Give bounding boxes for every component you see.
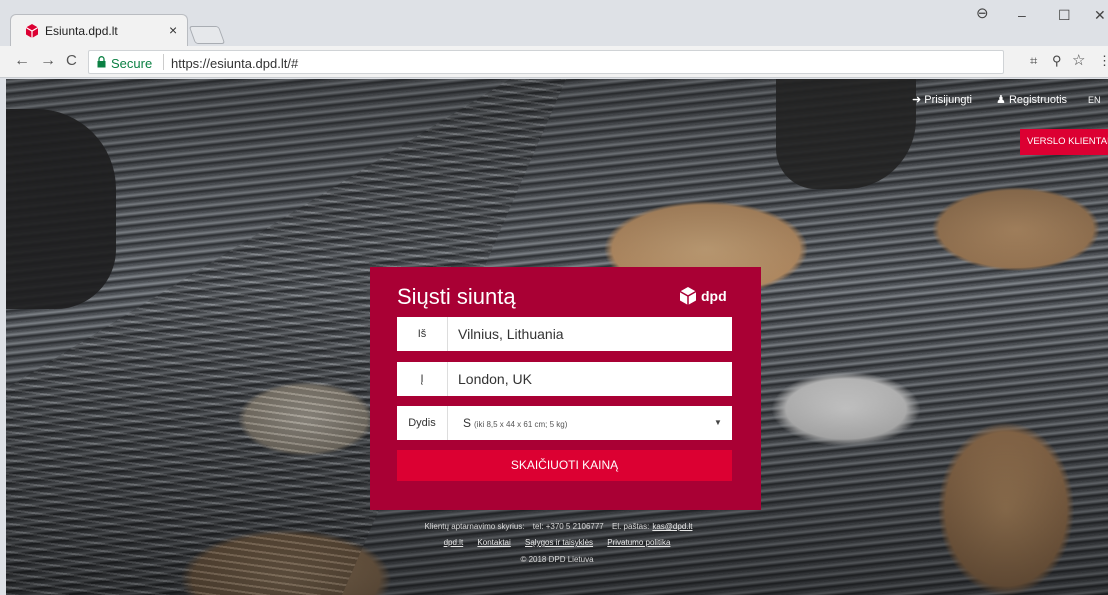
forward-arrow-icon[interactable]: → — [40, 52, 56, 70]
language-switch[interactable]: EN — [1088, 95, 1101, 105]
support-info: Klientų aptarnavimo skyrius: tel: +370 5… — [6, 522, 1108, 531]
reload-icon[interactable]: C — [66, 52, 77, 69]
tab-title: Esiunta.dpd.lt — [45, 24, 118, 38]
translate-icon[interactable]: ⌗ — [1030, 53, 1037, 69]
support-email-link[interactable]: kas@dpd.lt — [652, 522, 692, 531]
bookmark-star-icon[interactable]: ☆ — [1072, 51, 1085, 69]
register-label: Registruotis — [1008, 94, 1068, 106]
worker-silhouette-right — [776, 79, 916, 189]
address-bar[interactable]: Secure https://esiunta.dpd.lt/# — [88, 50, 1004, 74]
omnibox-divider — [163, 54, 164, 70]
user-plus-icon: ♟ — [996, 94, 1006, 106]
dpd-favicon-icon — [25, 24, 39, 38]
size-detail: (iki 8,5 x 44 x 61 cm; 5 kg) — [474, 420, 568, 429]
tab-close-icon[interactable]: × — [169, 22, 177, 38]
footer-links: dpd.lt Kontaktai Sąlygos ir taisyklės Pr… — [6, 538, 1108, 547]
login-icon: ➜ — [912, 94, 922, 106]
browser-titlebar: Esiunta.dpd.lt × ⊖ – ☐ ✕ — [0, 0, 1108, 46]
support-label: Klientų aptarnavimo skyrius: — [424, 522, 525, 531]
browser-tab[interactable]: Esiunta.dpd.lt × — [10, 14, 188, 46]
lock-icon — [97, 56, 106, 68]
secure-label: Secure — [111, 56, 153, 71]
size-label: Dydis — [397, 406, 448, 440]
footer-link-dpd[interactable]: dpd.lt — [444, 538, 464, 547]
url-text[interactable]: https://esiunta.dpd.lt/# — [171, 56, 298, 71]
from-label: Iš — [397, 317, 448, 351]
business-clients-button[interactable]: VERSLO KLIENTAMS — [1020, 129, 1108, 155]
form-title: Siųsti siuntą — [397, 284, 516, 309]
footer-link-terms[interactable]: Sąlygos ir taisyklės — [525, 538, 593, 547]
from-input[interactable] — [458, 317, 718, 351]
calculate-price-button[interactable]: SKAIČIUOTI KAINĄ — [397, 450, 732, 481]
browser-menu-icon[interactable]: ⋮ — [1098, 53, 1108, 69]
shipping-form-card: Siųsti siuntą dpd Iš Į Dydis S(iki 8,5 x… — [370, 267, 761, 510]
size-select[interactable]: Dydis S (iki 8,5 x 44 x 61 cm; 5 kg) ▼ — [397, 406, 732, 440]
dpd-cube-icon — [679, 287, 697, 305]
from-field: Iš — [397, 317, 732, 351]
dpd-wordmark: dpd — [701, 288, 727, 304]
profile-icon[interactable]: ⊖ — [976, 4, 989, 22]
size-code: S — [463, 416, 472, 430]
close-window-button[interactable]: ✕ — [1094, 7, 1106, 24]
to-field: Į — [397, 362, 732, 396]
back-arrow-icon[interactable]: ← — [14, 52, 30, 70]
footer-link-contacts[interactable]: Kontaktai — [477, 538, 510, 547]
copyright: © 2018 DPD Lietuva — [520, 555, 594, 564]
email-label: El. paštas: — [611, 522, 650, 531]
support-phone: tel: +370 5 2106777 — [532, 522, 604, 531]
zoom-icon[interactable]: ⚲ — [1052, 53, 1062, 69]
worker-silhouette-left — [6, 109, 116, 309]
maximize-button[interactable]: ☐ — [1058, 7, 1071, 24]
size-selected-value: S (iki 8,5 x 44 x 61 cm; 5 kg) — [463, 416, 567, 430]
login-label: Prisijungti — [924, 94, 972, 106]
register-link[interactable]: ♟ Registruotis — [996, 93, 1067, 106]
dpd-logo: dpd — [679, 286, 735, 306]
new-tab-button[interactable] — [188, 26, 226, 44]
browser-toolbar: ← → C Secure https://esiunta.dpd.lt/# ⌗ … — [0, 46, 1108, 78]
minimize-button[interactable]: – — [1018, 7, 1026, 23]
to-label: Į — [397, 362, 448, 396]
footer-link-privacy[interactable]: Privatumo politika — [607, 538, 670, 547]
login-link[interactable]: ➜ Prisijungti — [912, 93, 972, 106]
chevron-down-icon: ▼ — [714, 418, 722, 427]
to-input[interactable] — [458, 362, 718, 396]
